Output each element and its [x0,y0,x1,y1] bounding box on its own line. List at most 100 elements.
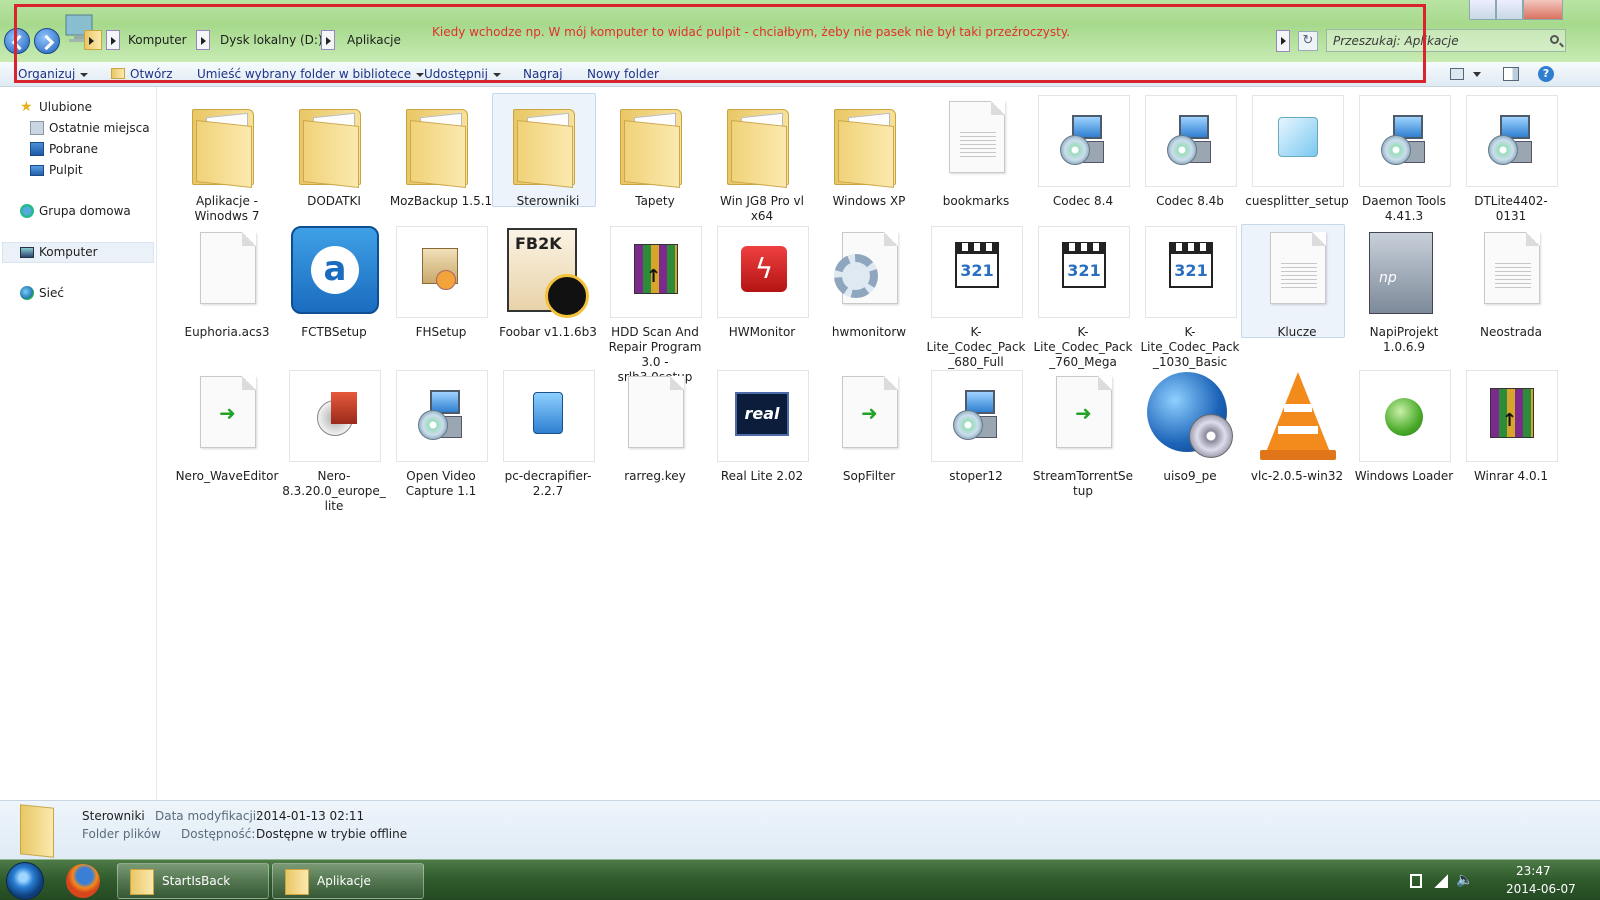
file-item[interactable]: Tapety [603,95,707,209]
file-item[interactable]: bookmarks [924,95,1028,209]
globe-disc-icon [1143,370,1237,464]
nav-network[interactable]: Sieć [20,286,64,300]
open-button[interactable]: Otwórz [130,67,173,81]
file-item[interactable]: Open Video Capture 1.1 [389,370,493,499]
file-item[interactable]: np NapiProjekt 1.0.6.9 [1352,226,1456,355]
file-item[interactable]: DODATKI [282,95,386,209]
file-item-label: Winrar 4.0.1 [1473,469,1549,483]
file-item[interactable]: uiso9_pe [1138,370,1242,484]
file-item[interactable]: cuesplitter_setup [1245,95,1349,209]
file-item[interactable]: Windows Loader [1352,370,1456,484]
file-item[interactable]: a FCTBSetup [282,226,386,340]
file-item[interactable]: ↑HDD Scan And Repair Program 3.0 - srlh3… [603,226,707,385]
taskbar-button-startisback[interactable]: StartIsBack [117,863,269,899]
maximize-button[interactable] [1496,0,1523,20]
shortcut-file-icon: ➜ [822,370,916,464]
back-button[interactable] [4,28,30,54]
file-item-label: Aplikacje - Winodws 7 [194,194,260,223]
file-item[interactable]: Daemon Tools 4.41.3 [1352,95,1456,224]
organize-menu[interactable]: Organizuj [18,67,88,81]
file-item[interactable]: Codec 8.4b [1138,95,1242,209]
file-item[interactable]: ϟ HWMonitor [710,226,814,340]
file-item[interactable]: 321 K-Lite_Codec_Pack_680_Full [924,226,1028,370]
start-button[interactable] [6,862,44,900]
breadcrumb-arrow-icon[interactable] [321,30,335,50]
breadcrumb-computer[interactable]: Komputer [128,33,187,47]
file-item[interactable]: Neostrada [1459,226,1563,340]
setup-icon [1036,95,1130,189]
setup-icon [1464,95,1558,189]
file-item[interactable]: ➜ SopFilter [817,370,921,484]
file-item[interactable]: hwmonitorw [817,226,921,340]
file-item[interactable]: Win JG8 Pro vl x64 [710,95,814,224]
file-item[interactable]: 321 K-Lite_Codec_Pack_760_Mega [1031,226,1135,370]
help-icon[interactable]: ? [1538,66,1554,82]
file-item[interactable]: pc-decrapifier-2.2.7 [496,370,600,499]
burn-button[interactable]: Nagraj [523,67,563,81]
network-signal-icon[interactable] [1434,874,1448,888]
address-dropdown-icon[interactable] [1276,30,1290,52]
clock-date[interactable]: 2014-06-07 [1506,882,1576,896]
file-item[interactable]: FB2K Foobar v1.1.6b3 [496,226,600,340]
file-item[interactable]: ↑ Winrar 4.0.1 [1459,370,1563,484]
file-item[interactable]: 321 K-Lite_Codec_Pack_1030_Basic [1138,226,1242,370]
new-folder-button[interactable]: Nowy folder [587,67,659,81]
nav-label: Grupa domowa [39,204,131,218]
clock-time[interactable]: 23:47 [1516,864,1551,878]
file-item[interactable]: MozBackup 1.5.1 [389,95,493,209]
file-item[interactable]: rarreg.key [603,370,707,484]
windows-orb-icon [1357,370,1451,464]
file-item[interactable]: ➜ Nero_WaveEditor [175,370,279,484]
file-item[interactable]: stoper12 [924,370,1028,484]
file-item[interactable]: Sterowniki [492,93,600,209]
minimize-button[interactable] [1469,0,1496,20]
foobar-icon: FB2K [501,226,595,320]
nav-recent-places[interactable]: Ostatnie miejsca [30,121,150,135]
file-item-label: Foobar v1.1.6b3 [499,325,597,339]
search-input[interactable]: Przeszukaj: Aplikacje [1326,29,1566,52]
details-type: Folder plików [82,827,161,841]
file-item[interactable]: FHSetup [389,226,493,340]
file-item[interactable]: vlc-2.0.5-win32 [1245,370,1349,484]
file-item[interactable]: DTLite4402-0131 [1459,95,1563,224]
nav-desktop[interactable]: Pulpit [30,163,83,177]
file-item[interactable]: Aplikacje - Winodws 7 [175,95,279,224]
file-item-label: Codec 8.4b [1156,194,1224,208]
refresh-button[interactable]: ↻ [1298,31,1318,51]
breadcrumb-arrow-icon[interactable] [196,30,210,50]
file-item-label: FHSetup [415,325,467,339]
nav-favorites[interactable]: ★ Ulubione [20,100,92,114]
share-menu[interactable]: Udostępnij [424,67,501,81]
preview-pane-icon[interactable] [1503,67,1519,81]
taskbar-button-aplikacje[interactable]: Aplikacje [272,863,424,899]
view-options-icon[interactable] [1450,68,1464,80]
nav-downloads[interactable]: Pobrane [30,142,98,156]
breadcrumb-drive[interactable]: Dysk lokalny (D:) [220,33,323,47]
nero-icon [287,370,381,464]
file-item[interactable]: Klucze [1241,224,1349,340]
file-item-label: Tapety [635,194,675,208]
recycle-bin-icon [501,370,595,464]
nav-label: Komputer [39,245,98,259]
nav-computer[interactable]: Komputer [20,245,98,259]
file-item[interactable]: Windows XP [817,95,921,209]
file-item[interactable]: ➜ StreamTorrentSetup [1031,370,1135,499]
nav-homegroup[interactable]: Grupa domowa [20,204,131,218]
breadcrumb-aplikacje[interactable]: Aplikacje [347,33,401,47]
add-to-library-menu[interactable]: Umieść wybrany folder w bibliotece [197,67,424,81]
action-center-icon[interactable] [1410,874,1422,888]
view-dropdown-icon[interactable] [1473,72,1481,77]
file-item[interactable]: Nero-8.3.20.0_europe_lite [282,370,386,514]
volume-icon[interactable]: 🔈 [1456,872,1473,888]
close-button[interactable] [1523,0,1563,20]
firefox-icon[interactable] [66,864,100,898]
file-item[interactable]: Euphoria.acs3 [175,226,279,340]
file-item[interactable]: real Real Lite 2.02 [710,370,814,484]
file-item[interactable]: Codec 8.4 [1031,95,1135,209]
napiprojekt-icon: np [1357,226,1451,320]
folder-icon [287,95,381,189]
breadcrumb-arrow-icon[interactable] [106,30,120,50]
winrar-archive-icon: ↑ [1464,370,1558,464]
taskbar-button-label: StartIsBack [162,874,231,888]
forward-button[interactable] [34,28,60,54]
